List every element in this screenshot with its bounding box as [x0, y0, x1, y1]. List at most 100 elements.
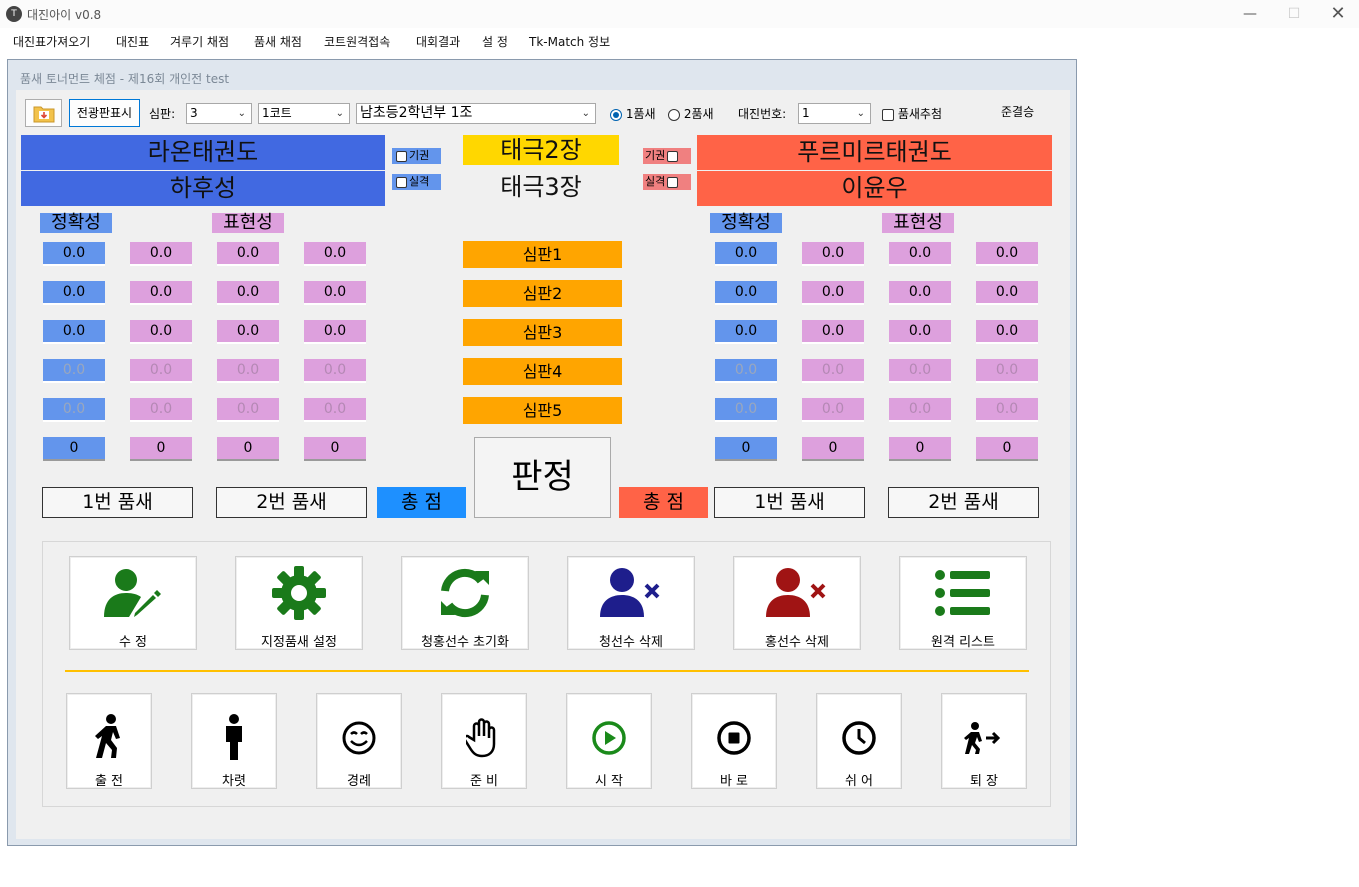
menu-remote-court[interactable]: 코트원격접속 [324, 33, 390, 50]
folder-download-icon [33, 106, 54, 123]
blue-score-j5-c2[interactable]: 0.0 [130, 398, 192, 422]
blue-poomsae2-button[interactable]: 2번 품새 [216, 487, 367, 518]
menu-kyorugi-scoring[interactable]: 겨루기 채점 [170, 33, 229, 50]
menu-settings[interactable]: 설 정 [482, 33, 508, 50]
blue-score-j3-c3[interactable]: 0.0 [217, 320, 279, 344]
blue-score-j1-c3[interactable]: 0.0 [217, 242, 279, 266]
red-score-j3-c1[interactable]: 0.0 [715, 320, 777, 344]
menu-results[interactable]: 대회결과 [416, 33, 460, 50]
menu-poomsae-scoring[interactable]: 품새 채점 [254, 33, 302, 50]
division-select[interactable]: 남초등2학년부 1조 ⌄ [356, 103, 596, 124]
poomsae-draw-checkbox[interactable]: 품새추첨 [882, 105, 942, 122]
court-select-value: 1코트 [262, 106, 292, 120]
red-abstain-checkbox[interactable]: 기권 [643, 148, 691, 164]
exit-button[interactable]: 퇴 장 [941, 693, 1027, 789]
stop-button-label: 바 로 [719, 774, 749, 789]
red-total-label: 총 점 [619, 487, 708, 518]
rest-button[interactable]: 쉬 어 [816, 693, 902, 789]
chevron-down-icon: ⌄ [237, 108, 246, 119]
maximize-button[interactable]: ☐ [1271, 0, 1317, 28]
red-score-j5-c2[interactable]: 0.0 [802, 398, 864, 422]
close-button[interactable]: ✕ [1315, 0, 1359, 28]
judge-5-label: 심판5 [463, 397, 622, 424]
blue-abstain-checkbox[interactable]: 기권 [392, 148, 441, 164]
red-disq-checkbox[interactable]: 실격 [643, 174, 691, 190]
red-score-j5-c3[interactable]: 0.0 [889, 398, 951, 422]
judges-select[interactable]: 3 ⌄ [186, 103, 252, 124]
blue-poomsae1-button[interactable]: 1번 품새 [42, 487, 193, 518]
red-score-j2-c1[interactable]: 0.0 [715, 281, 777, 305]
blue-score-j3-c4[interactable]: 0.0 [304, 320, 366, 344]
red-total-c3: 0 [889, 437, 951, 461]
remote-list-button[interactable]: 원격 리스트 [899, 556, 1027, 650]
blue-score-j3-c2[interactable]: 0.0 [130, 320, 192, 344]
delete-red-button[interactable]: 홍선수 삭제 [733, 556, 861, 650]
blue-score-j4-c4[interactable]: 0.0 [304, 359, 366, 383]
blue-score-j1-c2[interactable]: 0.0 [130, 242, 192, 266]
red-score-j4-c3[interactable]: 0.0 [889, 359, 951, 383]
blue-total-c1: 0 [43, 437, 105, 461]
app-icon: T [6, 6, 22, 22]
ready-button[interactable]: 준 비 [441, 693, 527, 789]
red-score-j3-c4[interactable]: 0.0 [976, 320, 1038, 344]
enter-button[interactable]: 출 전 [66, 693, 152, 789]
edit-button[interactable]: 수 정 [69, 556, 197, 650]
blue-score-j1-c4[interactable]: 0.0 [304, 242, 366, 266]
user-remove-blue-icon [568, 567, 694, 623]
menu-tkmatch-info[interactable]: Tk-Match 정보 [529, 33, 610, 50]
court-select[interactable]: 1코트 ⌄ [258, 103, 350, 124]
checkbox-icon [396, 176, 407, 188]
judge-2-label: 심판2 [463, 280, 622, 307]
poomsae-second: 태극3장 [500, 173, 582, 201]
load-button[interactable] [25, 99, 62, 127]
red-score-j5-c1[interactable]: 0.0 [715, 398, 777, 422]
red-score-j1-c4[interactable]: 0.0 [976, 242, 1038, 266]
red-score-j4-c4[interactable]: 0.0 [976, 359, 1038, 383]
chevron-down-icon: ⌄ [581, 108, 590, 119]
blue-score-j2-c3[interactable]: 0.0 [217, 281, 279, 305]
poomsae2-radio[interactable]: 2품새 [668, 105, 714, 122]
poomsae1-radio[interactable]: 1품새 [610, 105, 656, 122]
red-team: 푸르미르태권도 [697, 135, 1052, 170]
blue-score-j3-c1[interactable]: 0.0 [43, 320, 105, 344]
red-score-j2-c4[interactable]: 0.0 [976, 281, 1038, 305]
red-score-j1-c1[interactable]: 0.0 [715, 242, 777, 266]
reset-players-button[interactable]: 청홍선수 초기화 [401, 556, 529, 650]
red-score-j1-c2[interactable]: 0.0 [802, 242, 864, 266]
blue-score-j4-c3[interactable]: 0.0 [217, 359, 279, 383]
blue-score-j2-c1[interactable]: 0.0 [43, 281, 105, 305]
set-poomsae-button[interactable]: 지정품새 설정 [235, 556, 363, 650]
red-score-j3-c2[interactable]: 0.0 [802, 320, 864, 344]
red-score-j5-c4[interactable]: 0.0 [976, 398, 1038, 422]
minimize-button[interactable]: — [1227, 0, 1273, 28]
red-score-j2-c2[interactable]: 0.0 [802, 281, 864, 305]
blue-score-j5-c4[interactable]: 0.0 [304, 398, 366, 422]
red-score-j4-c1[interactable]: 0.0 [715, 359, 777, 383]
red-poomsae1-button[interactable]: 1번 품새 [714, 487, 865, 518]
start-button[interactable]: 시 작 [566, 693, 652, 789]
verdict-button[interactable]: 판정 [474, 437, 611, 518]
set-poomsae-button-label: 지정품새 설정 [261, 635, 337, 650]
blue-score-j5-c3[interactable]: 0.0 [217, 398, 279, 422]
menu-bracket[interactable]: 대진표 [116, 33, 149, 50]
red-poomsae2-button[interactable]: 2번 품새 [888, 487, 1039, 518]
red-score-j4-c2[interactable]: 0.0 [802, 359, 864, 383]
blue-disq-checkbox[interactable]: 실격 [392, 174, 441, 190]
red-score-j2-c3[interactable]: 0.0 [889, 281, 951, 305]
scoreboard-display-button[interactable]: 전광판표시 [69, 99, 140, 127]
menu-import-bracket[interactable]: 대진표가져오기 [13, 33, 90, 50]
blue-score-j2-c2[interactable]: 0.0 [130, 281, 192, 305]
blue-score-j4-c1[interactable]: 0.0 [43, 359, 105, 383]
blue-score-j5-c1[interactable]: 0.0 [43, 398, 105, 422]
blue-score-j2-c4[interactable]: 0.0 [304, 281, 366, 305]
bow-button[interactable]: 경례 [316, 693, 402, 789]
blue-score-j4-c2[interactable]: 0.0 [130, 359, 192, 383]
match-no-select[interactable]: 1 ⌄ [798, 103, 871, 124]
delete-blue-button[interactable]: 청선수 삭제 [567, 556, 695, 650]
stop-button[interactable]: 바 로 [691, 693, 777, 789]
red-score-j1-c3[interactable]: 0.0 [889, 242, 951, 266]
blue-score-j1-c1[interactable]: 0.0 [43, 242, 105, 266]
ready-button-label: 준 비 [469, 774, 499, 789]
attention-button[interactable]: 차렷 [191, 693, 277, 789]
red-score-j3-c3[interactable]: 0.0 [889, 320, 951, 344]
